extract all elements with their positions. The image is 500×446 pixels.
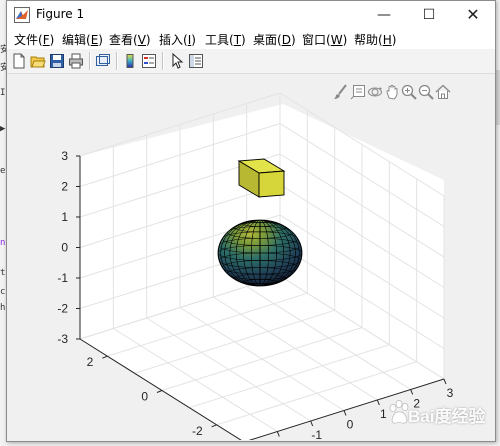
menu-view[interactable]: 查看(V) [109, 31, 151, 48]
z-tick-label: 0 [61, 241, 68, 255]
property-editor-icon[interactable] [188, 53, 204, 69]
plot-area[interactable]: -3-2-10123-202-3-2-10123 [7, 74, 495, 440]
x-tick-mark [376, 399, 380, 406]
y-tick-label: 2 [87, 355, 94, 369]
menu-tools[interactable]: 工具(T) [205, 31, 246, 48]
menu-edit[interactable]: 编辑(E) [62, 31, 103, 48]
insert-colorbar-icon[interactable] [122, 53, 138, 69]
x-tick-label: 1 [380, 407, 387, 421]
z-tick-label: -1 [57, 271, 68, 285]
x-tick-label: -1 [311, 428, 322, 440]
new-figure-icon[interactable] [11, 53, 27, 69]
z-tick-label: 1 [61, 210, 68, 224]
maximize-button[interactable]: ☐ [407, 1, 451, 29]
z-tick-label: 2 [61, 180, 68, 194]
menu-bar: 文件(F) 编辑(E) 查看(V) 插入(I) 工具(T) 桌面(D) 窗口(W… [7, 29, 495, 49]
watermark-text: Bai度经验 [408, 407, 486, 426]
save-icon[interactable] [49, 53, 65, 69]
x-tick-label: -2 [278, 439, 289, 441]
z-tick-label: 3 [61, 149, 68, 163]
z-tick-label: -2 [57, 302, 68, 316]
print-icon[interactable] [68, 53, 84, 69]
cube-front-face [258, 170, 285, 198]
insert-legend-icon[interactable] [141, 53, 157, 69]
ellipsoid-surface [217, 219, 303, 287]
y-tick-label: -2 [192, 424, 203, 438]
x-tick-label: 0 [347, 418, 354, 432]
pointer-icon[interactable] [169, 53, 185, 69]
y-tick-mark [102, 355, 108, 359]
menu-window[interactable]: 窗口(W) [302, 31, 347, 48]
figure-window: Figure 1 — ☐ ✕ 文件(F) 编辑(E) 查看(V) 插入(I) 工… [6, 0, 496, 442]
x-tick-mark [410, 389, 414, 395]
menu-help[interactable]: 帮助(H) [354, 31, 396, 48]
x-tick-mark [310, 420, 314, 427]
menu-file[interactable]: 文件(F) [14, 31, 54, 48]
y-tick-mark [211, 424, 217, 428]
link-plot-icon[interactable] [95, 53, 111, 69]
y-tick-label: 0 [141, 390, 148, 404]
plot-3d[interactable]: -3-2-10123-202-3-2-10123 [7, 74, 495, 440]
close-button[interactable]: ✕ [451, 1, 495, 29]
title-bar[interactable]: Figure 1 — ☐ ✕ [7, 1, 495, 29]
y-tick-mark [156, 390, 163, 393]
x-tick-mark [343, 410, 347, 416]
figure-toolbar [7, 49, 495, 74]
menu-desktop[interactable]: 桌面(D) [253, 31, 296, 48]
x-tick-mark [276, 431, 280, 437]
menu-insert[interactable]: 插入(I) [159, 31, 196, 48]
z-tick-label: -3 [57, 332, 68, 346]
open-file-icon[interactable] [30, 53, 46, 69]
minimize-button[interactable]: — [362, 1, 406, 29]
watermark: Bai度经验 [388, 398, 493, 428]
x-tick-mark [443, 378, 447, 385]
window-title: Figure 1 [36, 7, 85, 21]
matlab-logo-icon [14, 7, 30, 23]
